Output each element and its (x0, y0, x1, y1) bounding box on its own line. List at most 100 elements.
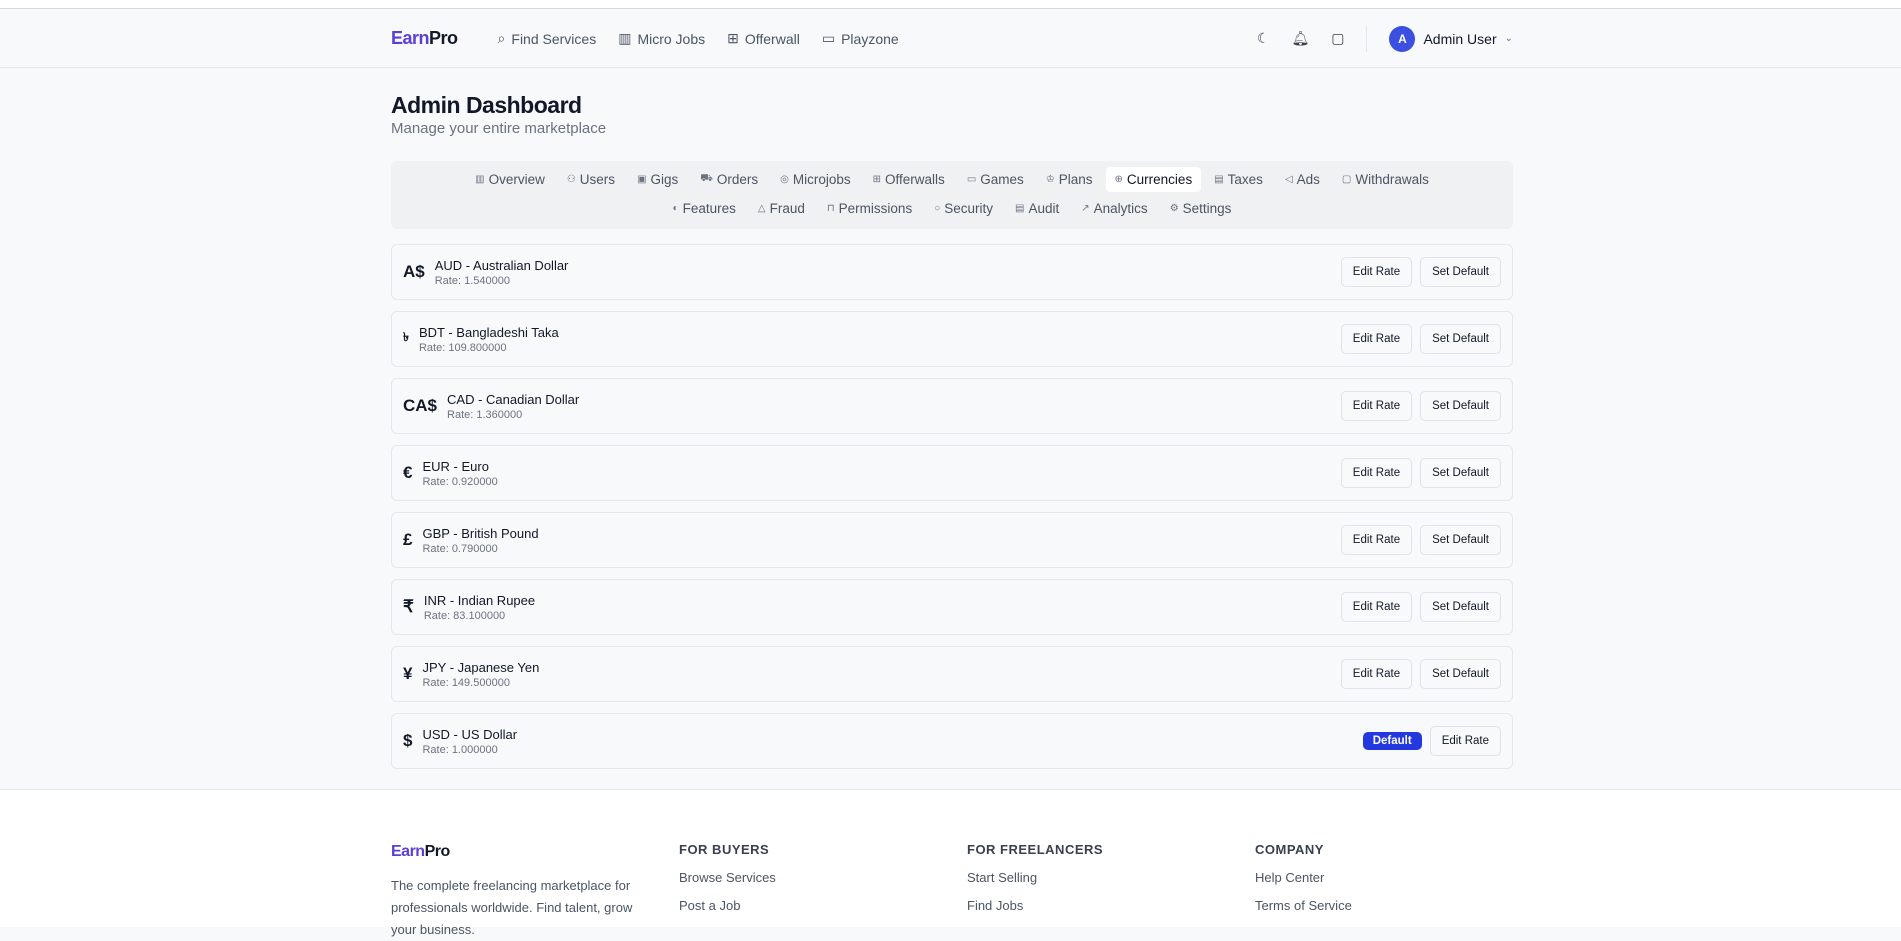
set-default-button[interactable]: Set Default (1420, 324, 1501, 354)
edit-rate-button[interactable]: Edit Rate (1340, 525, 1413, 555)
avatar: A (1389, 25, 1416, 52)
permissions-icon: ⊓ (826, 203, 835, 214)
currency-symbol: € (403, 463, 413, 482)
moon-icon[interactable]: ☾ (1257, 30, 1270, 47)
nav-find-services[interactable]: ⌕ Find Services (498, 30, 597, 47)
tab-taxes[interactable]: ▤ Taxes (1205, 167, 1272, 192)
nav-micro-jobs[interactable]: ▥ Micro Jobs (618, 30, 705, 47)
tab-settings[interactable]: ⚙ Settings (1161, 196, 1241, 221)
currency-symbol: ৳ (403, 330, 409, 344)
user-name: Admin User (1423, 30, 1497, 47)
microjobs-icon: ◎ (780, 174, 789, 185)
currency-name: GBP - British Pound (422, 525, 539, 541)
analytics-icon: ↗ (1081, 203, 1090, 214)
currency-name: EUR - Euro (422, 458, 489, 474)
tab-plans[interactable]: ♔ Plans (1037, 167, 1102, 192)
set-default-button[interactable]: Set Default (1420, 659, 1501, 689)
tab-orders[interactable]: ⛟ Orders (691, 167, 767, 192)
tab-features[interactable]: ◐ Features (664, 196, 745, 221)
edit-rate-button[interactable]: Edit Rate (1340, 592, 1413, 622)
tab-gigs[interactable]: ▣ Gigs (628, 167, 687, 192)
currency-symbol: CA$ (403, 396, 438, 415)
currency-rate: Rate: 0.790000 (422, 542, 498, 555)
row-actions: Edit Rate Set Default (1340, 525, 1501, 555)
set-default-button[interactable]: Set Default (1420, 257, 1501, 287)
set-default-button[interactable]: Set Default (1420, 592, 1501, 622)
tab-microjobs[interactable]: ◎ Microjobs (771, 167, 860, 192)
tab-label: Orders (716, 172, 759, 187)
chevron-down-icon: ⌄ (1504, 33, 1513, 44)
tab-offerwalls[interactable]: ⊞ Offerwalls (864, 167, 954, 192)
currency-name: JPY - Japanese Yen (422, 659, 540, 675)
gamepad-icon: ▭ (821, 30, 836, 46)
currency-info: JPY - Japanese Yen Rate: 149.500000 (422, 660, 539, 689)
row-actions: Edit Rate Set Default (1340, 659, 1501, 689)
footer-link[interactable]: Post a Job (679, 898, 776, 913)
tab-label: Currencies (1126, 172, 1193, 187)
message-icon[interactable]: ▢ (1331, 30, 1344, 47)
footer-link[interactable]: Terms of Service (1255, 898, 1352, 913)
tab-ads[interactable]: ◁ Ads (1276, 167, 1329, 192)
tab-security[interactable]: ○ Security (925, 196, 1002, 221)
currency-rate: Rate: 109.800000 (418, 341, 507, 354)
security-icon: ○ (934, 203, 941, 214)
currencies-icon: ⊕ (1114, 174, 1123, 185)
currency-row: A$ AUD - Australian Dollar Rate: 1.540000 E… (391, 244, 1513, 300)
currency-symbol: $ (403, 731, 413, 750)
currency-info: AUD - Australian Dollar Rate: 1.540000 (435, 258, 569, 287)
logo[interactable]: EarnPro (391, 28, 458, 49)
currency-info: EUR - Euro Rate: 0.920000 (422, 459, 497, 488)
edit-rate-button[interactable]: Edit Rate (1340, 324, 1413, 354)
tab-fraud[interactable]: △ Fraud (749, 196, 814, 221)
nav-label: Offerwall (744, 30, 800, 47)
tab-label: Gigs (650, 172, 679, 187)
bell-icon[interactable]: 🔔︎ (1291, 30, 1309, 47)
tab-label: Withdrawals (1355, 172, 1429, 187)
tab-audit[interactable]: ▤ Audit (1006, 196, 1068, 221)
tab-label: Users (579, 172, 616, 187)
footer-link[interactable]: Start Selling (967, 870, 1103, 885)
currency-row: CA$ CAD - Canadian Dollar Rate: 1.360000 Ed… (391, 378, 1513, 434)
footer-description: The complete freelancing marketplace for… (391, 878, 633, 937)
edit-rate-button[interactable]: Edit Rate (1340, 458, 1413, 488)
footer-link[interactable]: Browse Services (679, 870, 776, 885)
currency-symbol: £ (403, 530, 413, 549)
footer-heading: COMPANY (1255, 842, 1324, 857)
page-subtitle: Manage your entire marketplace (391, 120, 607, 137)
currency-row: £ GBP - British Pound Rate: 0.790000 Edit R… (391, 512, 1513, 568)
currency-info: INR - Indian Rupee Rate: 83.100000 (424, 593, 535, 622)
nav-offerwall[interactable]: ⊞ Offerwall (727, 30, 800, 47)
edit-rate-button[interactable]: Edit Rate (1340, 659, 1413, 689)
logo-pro: Pro (429, 28, 458, 48)
tab-permissions[interactable]: ⊓ Permissions (818, 196, 921, 221)
tab-withdrawals[interactable]: ▢ Withdrawals (1333, 167, 1438, 192)
edit-rate-button[interactable]: Edit Rate (1340, 391, 1413, 421)
footer: EarnPro The complete freelancing marketp… (0, 789, 1901, 937)
edit-rate-button[interactable]: Edit Rate (1429, 726, 1501, 756)
tab-users[interactable]: ⚇ Users (558, 167, 624, 192)
tab-games[interactable]: ▭ Games (958, 167, 1033, 192)
default-badge: Default (1362, 732, 1422, 750)
user-menu[interactable]: A Admin User ⌄ (1389, 25, 1513, 52)
top-nav: EarnPro ⌕ Find Services ▥ Micro Jobs ⊞ Offe… (0, 9, 1901, 68)
set-default-button[interactable]: Set Default (1420, 458, 1501, 488)
tab-label: Settings (1182, 201, 1232, 216)
edit-rate-button[interactable]: Edit Rate (1340, 257, 1413, 287)
currency-symbol: A$ (403, 262, 425, 281)
footer-link[interactable]: Find Jobs (967, 898, 1103, 913)
tab-label: Taxes (1227, 172, 1263, 187)
audit-icon: ▤ (1015, 203, 1025, 214)
set-default-button[interactable]: Set Default (1420, 525, 1501, 555)
tab-overview[interactable]: ▥ Overview (466, 167, 554, 192)
tab-label: Security (944, 201, 994, 216)
footer-link[interactable]: Help Center (1255, 870, 1352, 885)
tab-analytics[interactable]: ↗ Analytics (1072, 196, 1156, 221)
set-default-button[interactable]: Set Default (1420, 391, 1501, 421)
nav-label: Playzone (841, 30, 899, 47)
features-icon: ◐ (672, 203, 679, 214)
tab-currencies[interactable]: ⊕ Currencies (1105, 167, 1202, 192)
withdrawals-icon: ▢ (1341, 174, 1352, 185)
nav-playzone[interactable]: ▭ Playzone (822, 30, 899, 47)
currency-name: BDT - Bangladeshi Taka (418, 324, 559, 340)
search-icon: ⌕ (497, 30, 506, 46)
